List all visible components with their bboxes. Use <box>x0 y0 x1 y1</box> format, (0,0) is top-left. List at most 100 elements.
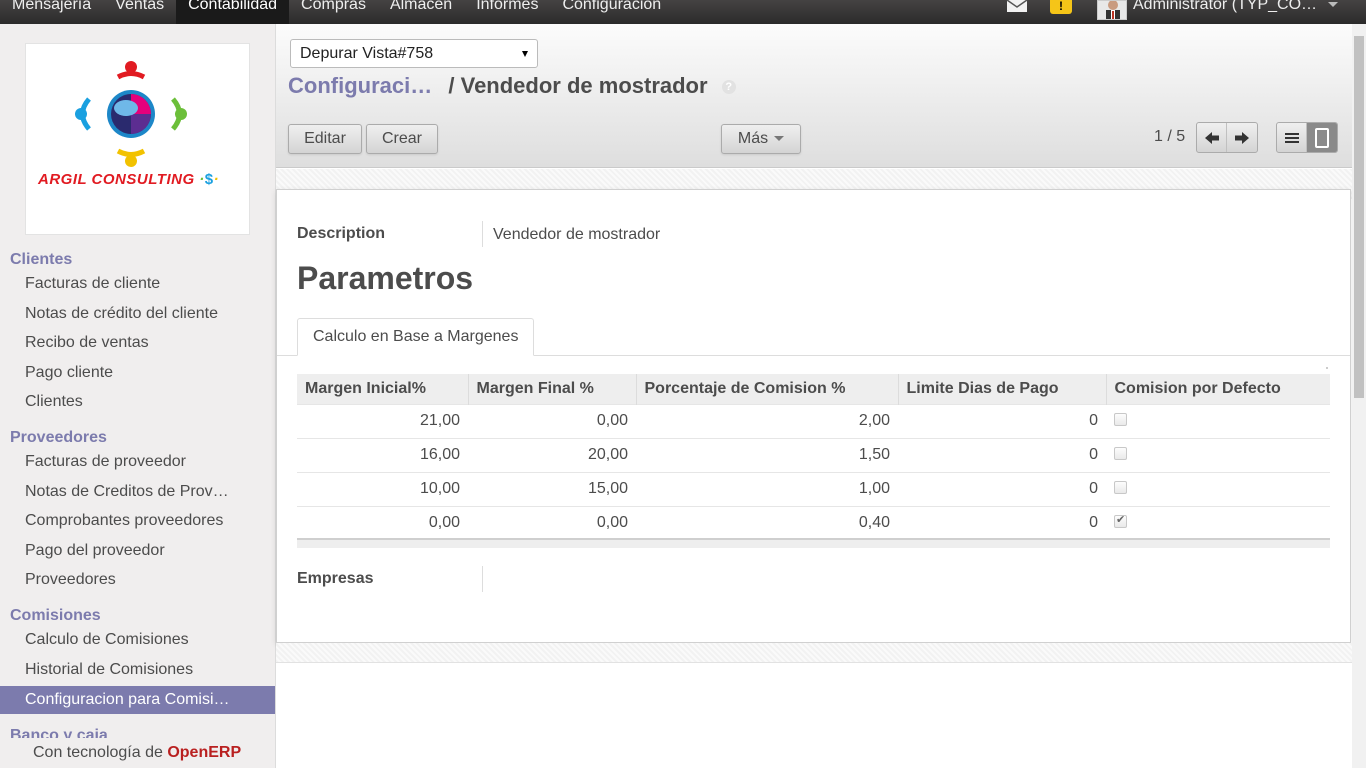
more-button-label: Más <box>737 130 769 147</box>
more-button[interactable]: Más <box>721 124 801 154</box>
column-header-porcentaje[interactable]: Porcentaje de Comision % <box>635 374 898 404</box>
view-switcher <box>1276 122 1338 153</box>
sidebar: ARGIL CONSULTING ·$· Clientes Facturas d… <box>0 24 276 768</box>
sidebar-item-notas-credito-cliente[interactable]: Notas de crédito del cliente <box>0 300 275 328</box>
pager-buttons <box>1196 122 1258 153</box>
previous-record-button[interactable] <box>1197 123 1227 152</box>
topnav-informes[interactable]: Informes <box>464 0 550 24</box>
table-row[interactable]: 10,00 15,00 1,00 0 <box>297 471 1330 506</box>
divider <box>1326 367 1328 369</box>
control-panel: Depurar Vista#758 Configuraci… / Vendedo… <box>276 24 1352 168</box>
default-checkbox[interactable] <box>1114 412 1127 426</box>
default-checkbox[interactable] <box>1114 480 1127 494</box>
topnav-configuracion[interactable]: Configuración <box>550 0 673 24</box>
topnav-mensajeria[interactable]: Mensajería <box>0 0 103 24</box>
cell-margen-final: 0,00 <box>468 505 636 540</box>
list-icon <box>1284 132 1299 143</box>
cell-porcentaje: 0,40 <box>636 505 898 540</box>
menu-header-clientes: Clientes <box>10 251 73 268</box>
sidebar-item-configuracion-comisiones[interactable]: Configuracion para Comisi… <box>0 686 275 714</box>
menu-header-comisiones: Comisiones <box>10 607 101 624</box>
margins-table: Margen Inicial% Margen Final % Porcentaj… <box>297 374 1330 540</box>
tab-calculo-margenes[interactable]: Calculo en Base a Margenes <box>297 318 535 356</box>
description-label: Description <box>297 225 386 242</box>
cell-margen-inicial: 16,00 <box>297 437 468 472</box>
sidebar-item-pago-proveedor[interactable]: Pago del proveedor <box>0 537 275 565</box>
sidebar-item-facturas-proveedor[interactable]: Facturas de proveedor <box>0 448 275 476</box>
create-button[interactable]: Crear <box>366 124 438 154</box>
default-checkbox-checked[interactable] <box>1114 513 1127 528</box>
debug-view-select-value: Depurar Vista#758 <box>300 45 434 62</box>
scrollbar-thumb[interactable] <box>1354 36 1364 398</box>
cell-comision-defecto <box>1106 437 1330 472</box>
logo-text: ARGIL CONSULTING ·$· <box>38 171 220 188</box>
list-view-button[interactable] <box>1277 123 1307 152</box>
cell-limite-dias: 0 <box>898 471 1106 506</box>
form-view-button[interactable] <box>1307 123 1337 152</box>
topnav-ventas[interactable]: Ventas <box>103 0 176 24</box>
sidebar-item-comprobantes-proveedores[interactable]: Comprobantes proveedores <box>0 507 275 535</box>
sidebar-item-facturas-cliente[interactable]: Facturas de cliente <box>0 270 275 298</box>
user-menu-name[interactable]: Administrator (TYP_CO… <box>1133 0 1317 15</box>
column-header-margen-inicial[interactable]: Margen Inicial% <box>297 374 468 404</box>
mail-icon[interactable] <box>1006 0 1028 12</box>
powered-by-text: Con tecnología de <box>33 744 163 761</box>
pager-counter[interactable]: 1 / 5 <box>1154 128 1185 146</box>
field-separator <box>482 221 483 247</box>
top-menu-bar: Mensajería Ventas Contabilidad Compras A… <box>0 0 1366 24</box>
company-logo[interactable]: ARGIL CONSULTING ·$· <box>25 43 250 235</box>
select-caret-icon <box>522 51 528 57</box>
edit-button[interactable]: Editar <box>288 124 362 154</box>
help-icon[interactable]: ? <box>721 80 736 95</box>
topnav-compras[interactable]: Compras <box>289 0 378 24</box>
topnav-contabilidad[interactable]: Contabilidad <box>176 0 290 24</box>
cell-margen-inicial: 0,00 <box>297 505 468 540</box>
sidebar-item-calculo-comisiones[interactable]: Calculo de Comisiones <box>0 626 275 654</box>
chevron-down-icon[interactable] <box>1328 2 1338 7</box>
powered-by: Con tecnología de OpenERP <box>0 738 275 768</box>
section-title: Parametros <box>297 260 474 296</box>
cell-porcentaje: 1,00 <box>636 471 898 506</box>
breadcrumb: Configuraci… / Vendedor de mostrador ? <box>288 73 736 99</box>
cell-porcentaje: 1,50 <box>636 437 898 472</box>
sidebar-item-clientes[interactable]: Clientes <box>0 388 275 416</box>
logo-graphic <box>75 61 187 167</box>
column-header-margen-final[interactable]: Margen Final % <box>467 374 636 404</box>
breadcrumb-parent-link[interactable]: Configuraci… <box>288 73 432 98</box>
sidebar-item-historial-comisiones[interactable]: Historial de Comisiones <box>0 656 275 684</box>
warning-icon[interactable]: ! <box>1050 0 1072 14</box>
cell-margen-inicial: 10,00 <box>297 471 468 506</box>
field-separator <box>482 566 483 592</box>
topnav-almacen[interactable]: Almacén <box>378 0 464 24</box>
menu-header-proveedores: Proveedores <box>10 429 107 446</box>
breadcrumb-current: Vendedor de mostrador <box>460 73 708 98</box>
cell-margen-inicial: 21,00 <box>297 403 468 438</box>
sidebar-item-proveedores[interactable]: Proveedores <box>0 566 275 594</box>
cell-limite-dias: 0 <box>898 437 1106 472</box>
page-scrollbar[interactable] <box>1352 24 1366 768</box>
debug-view-select[interactable]: Depurar Vista#758 <box>290 39 538 68</box>
form-icon <box>1315 127 1329 148</box>
avatar[interactable] <box>1097 0 1127 20</box>
default-checkbox[interactable] <box>1114 446 1127 460</box>
next-record-button[interactable] <box>1227 123 1257 152</box>
sidebar-item-recibo-ventas[interactable]: Recibo de ventas <box>0 329 275 357</box>
table-row[interactable]: 21,00 0,00 2,00 0 <box>297 403 1330 438</box>
sidebar-item-notas-creditos-prov[interactable]: Notas de Creditos de Prov… <box>0 478 275 506</box>
chevron-down-icon <box>774 136 785 142</box>
table-row[interactable]: 16,00 20,00 1,50 0 <box>297 437 1330 472</box>
cell-comision-defecto <box>1106 403 1330 438</box>
cell-comision-defecto <box>1106 505 1330 540</box>
cell-porcentaje: 2,00 <box>636 403 898 438</box>
column-header-comision-defecto[interactable]: Comision por Defecto <box>1105 374 1330 404</box>
arrow-right-icon <box>1235 131 1249 144</box>
openerp-link[interactable]: OpenERP <box>167 744 241 761</box>
description-value: Vendedor de mostrador <box>493 226 661 243</box>
table-row[interactable]: 0,00 0,00 0,40 0 <box>297 505 1330 540</box>
cell-margen-final: 20,00 <box>468 437 636 472</box>
column-header-limite-dias[interactable]: Limite Dias de Pago <box>897 374 1106 404</box>
form-sheet: Description Vendedor de mostrador Parame… <box>276 189 1351 643</box>
cell-limite-dias: 0 <box>898 505 1106 540</box>
sidebar-item-pago-cliente[interactable]: Pago cliente <box>0 359 275 387</box>
breadcrumb-separator: / <box>448 73 455 98</box>
